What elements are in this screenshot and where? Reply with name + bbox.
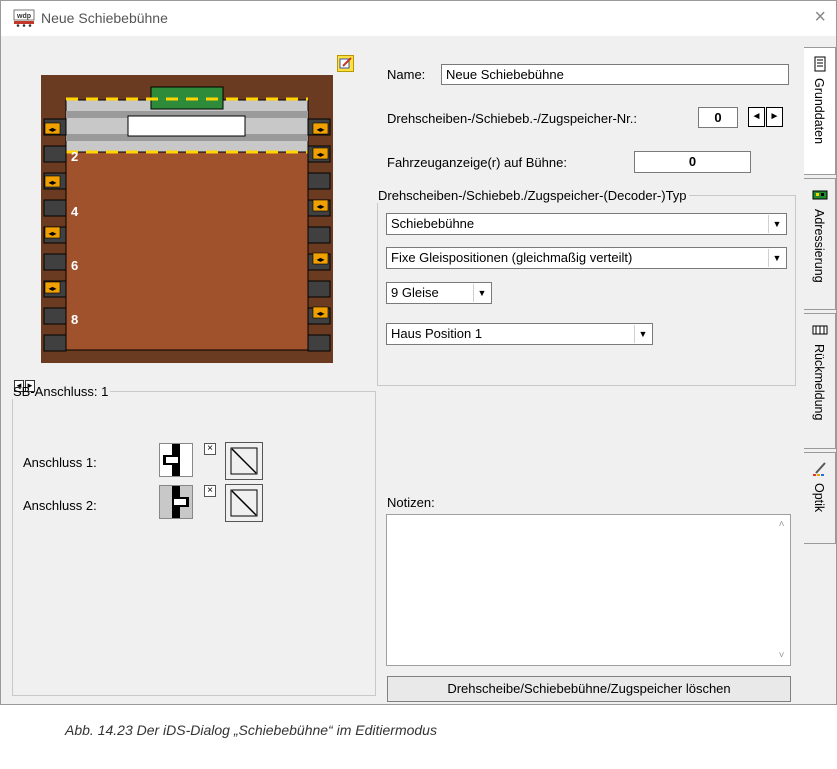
bridge-vehicle-slot — [127, 115, 246, 137]
side-track-stub — [307, 226, 331, 244]
connection-2-label: Anschluss 2: — [23, 498, 97, 513]
chevron-down-icon[interactable]: ▼ — [768, 215, 785, 233]
connection-1-remove-icon[interactable]: × — [204, 443, 216, 455]
tab-rueckmeldung[interactable]: Rückmeldung — [804, 313, 836, 449]
window-title: Neue Schiebebühne — [41, 10, 168, 26]
connector-arrows-icon: ◂▸ — [316, 150, 324, 159]
connector-arrows-icon: ◂▸ — [316, 309, 324, 318]
notes-label: Notizen: — [387, 495, 435, 510]
side-track-stub — [307, 280, 331, 298]
home-position-select[interactable]: Haus Position 1 ▼ — [386, 323, 653, 345]
scroll-down-icon[interactable]: ˅ — [773, 650, 790, 661]
number-field[interactable]: 0 — [698, 107, 738, 128]
connector-arrows-icon: ◂▸ — [316, 202, 324, 211]
vehicle-display-field[interactable]: 0 — [634, 151, 751, 173]
chevron-down-icon[interactable]: ▼ — [634, 325, 651, 343]
decoder-icon — [812, 190, 828, 200]
document-icon — [814, 56, 826, 72]
connection-1-switch-button[interactable] — [225, 442, 263, 480]
side-track-stub — [43, 253, 67, 271]
number-increment-icon[interactable]: ► — [766, 107, 783, 127]
notes-scrollbar[interactable]: ˄ ˅ — [773, 515, 790, 665]
home-position-select-value: Haus Position 1 — [391, 326, 483, 341]
side-track-stub — [307, 172, 331, 190]
connector-arrows-icon: ◂▸ — [48, 284, 56, 293]
name-field[interactable]: Neue Schiebebühne — [441, 64, 789, 85]
vehicle-display-label: Fahrzeuganzeige(r) auf Bühne: — [387, 155, 567, 170]
positions-select-value: Fixe Gleispositionen (gleichmaßig vertei… — [391, 250, 633, 265]
chevron-down-icon[interactable]: ▼ — [473, 284, 490, 302]
tab-grunddaten-label: Grunddaten — [812, 78, 826, 145]
side-track-stub — [43, 199, 67, 217]
connector-arrows-icon: ◂▸ — [48, 229, 56, 238]
side-track-stub — [307, 334, 331, 352]
connection-2-switch-button[interactable] — [225, 484, 263, 522]
tab-optik[interactable]: Optik — [804, 452, 836, 544]
type-group-legend: Drehscheiben-/Schiebeb./Zugspeicher-(Dec… — [378, 188, 687, 203]
tab-adressierung-label: Adressierung — [812, 209, 826, 283]
side-track-stub — [43, 334, 67, 352]
tab-grunddaten[interactable]: Grunddaten — [804, 47, 836, 175]
connection-2-remove-icon[interactable]: × — [204, 485, 216, 497]
notes-textarea[interactable]: ˄ ˅ — [386, 514, 791, 666]
track-label-6: 6 — [71, 258, 78, 273]
transfer-table-preview[interactable]: ◂▸ ◂▸ ◂▸ ◂▸ ◂▸ ◂▸ ◂▸ ◂▸ ◂▸ 2 4 6 8 — [41, 75, 333, 363]
connector-arrows-icon: ◂▸ — [48, 178, 56, 187]
feedback-icon — [812, 325, 828, 335]
close-icon[interactable]: × — [814, 7, 826, 27]
wdp-app-icon: wdp — [13, 9, 35, 27]
svg-text:wdp: wdp — [16, 13, 31, 20]
tab-adressierung[interactable]: Adressierung — [804, 178, 836, 310]
connection-2-icon[interactable] — [159, 485, 193, 519]
sb-connection-legend: SB-Anschluss: 1 — [13, 384, 109, 399]
connector-arrows-icon: ◂▸ — [316, 255, 324, 264]
delete-button[interactable]: Drehscheibe/Schiebebühne/Zugspeicher lös… — [387, 676, 791, 702]
connector-arrows-icon: ◂▸ — [48, 125, 56, 134]
title-bar: wdp Neue Schiebebühne × — [1, 1, 836, 36]
number-label: Drehscheiben-/Schiebeb.-/Zugspeicher-Nr.… — [387, 111, 638, 126]
scroll-up-icon[interactable]: ˄ — [773, 519, 790, 530]
dialog-window: wdp Neue Schiebebühne × ◂▸ ◂▸ ◂▸ ◂▸ ◂▸ ◂▸ ◂▸ ◂▸… — [0, 0, 837, 705]
edit-icon[interactable] — [337, 55, 354, 72]
tab-optik-label: Optik — [812, 483, 826, 513]
track-label-8: 8 — [71, 312, 78, 327]
paint-icon — [813, 462, 826, 476]
track-label-2: 2 — [71, 149, 78, 164]
connection-1-label: Anschluss 1: — [23, 455, 97, 470]
positions-select[interactable]: Fixe Gleispositionen (gleichmaßig vertei… — [386, 247, 787, 269]
side-track-stub — [43, 145, 67, 163]
sb-connection-group: SB-Anschluss: 1 — [12, 384, 376, 696]
connection-1-icon[interactable] — [159, 443, 193, 477]
chevron-down-icon[interactable]: ▼ — [768, 249, 785, 267]
connector-arrows-icon: ◂▸ — [316, 125, 324, 134]
side-track-stub — [43, 307, 67, 325]
figure-caption: Abb. 14.23 Der iDS-Dialog „Schiebebühne“… — [65, 722, 437, 738]
name-label: Name: — [387, 67, 426, 82]
number-decrement-icon[interactable]: ◄ — [748, 107, 765, 127]
track-label-4: 4 — [71, 204, 79, 219]
tracks-select[interactable]: 9 Gleise ▼ — [386, 282, 492, 304]
type-select-value: Schiebebühne — [391, 216, 475, 231]
tracks-select-value: 9 Gleise — [391, 285, 439, 300]
tab-rueckmeldung-label: Rückmeldung — [812, 344, 826, 421]
type-select[interactable]: Schiebebühne ▼ — [386, 213, 787, 235]
